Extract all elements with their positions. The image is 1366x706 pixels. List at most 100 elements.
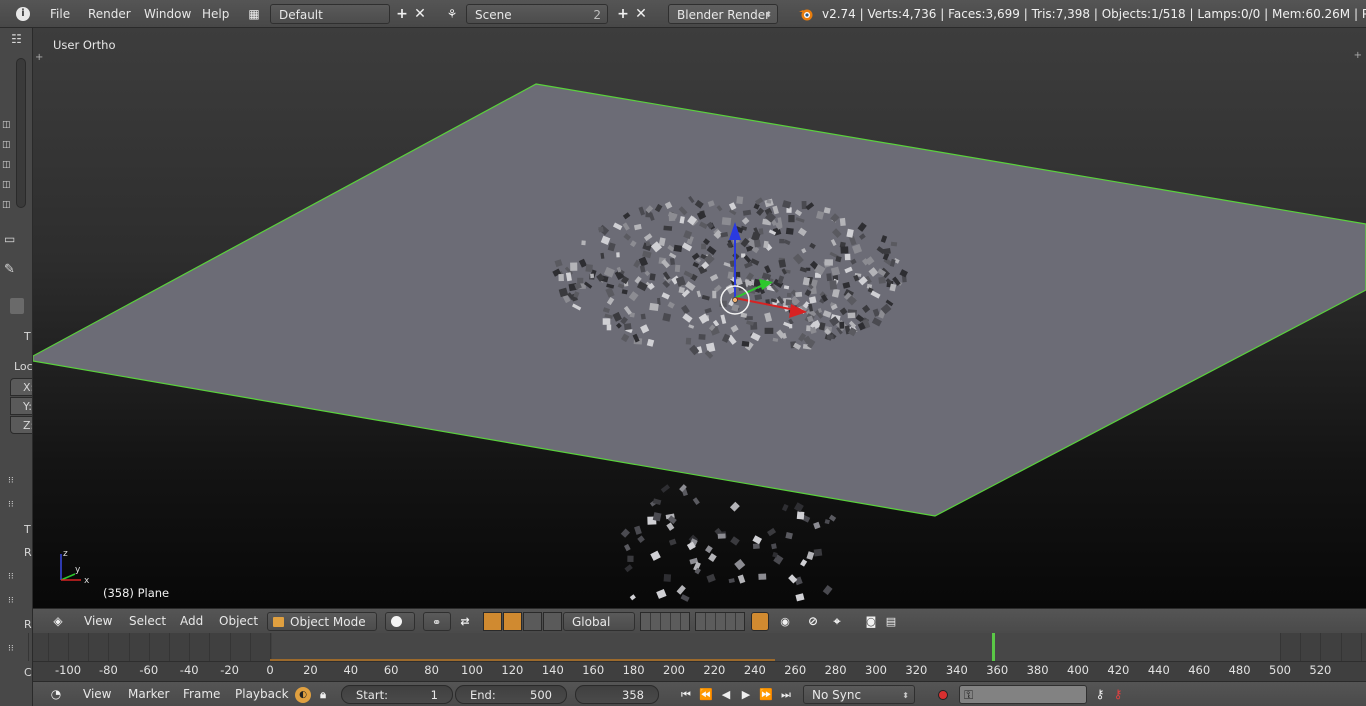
viewport-shading-select[interactable] <box>385 612 415 631</box>
particle-cloud-below <box>620 484 837 602</box>
playhead[interactable] <box>992 633 996 661</box>
jump-end-icon[interactable]: ⏭ <box>777 685 795 704</box>
menu-select[interactable]: Select <box>129 612 166 631</box>
particle <box>663 225 673 231</box>
current-frame-field[interactable]: 358 <box>575 685 659 704</box>
lock-layers-icon[interactable] <box>751 612 769 631</box>
screen-layout-icon[interactable]: ▦ <box>242 4 266 24</box>
particle <box>786 292 792 298</box>
snap-element-icon[interactable]: ⌖ <box>825 612 849 631</box>
particle-below <box>629 594 636 601</box>
menu-view-timeline[interactable]: View <box>83 685 111 704</box>
sync-mode-select[interactable]: No Sync ⬍ <box>803 685 915 704</box>
orientation-select[interactable]: Global <box>563 612 635 631</box>
particle <box>766 199 772 204</box>
jump-keyframe-forward-icon[interactable]: ⏩ <box>757 685 775 704</box>
particle <box>585 264 593 273</box>
outliner-icon[interactable]: ☷ <box>0 32 33 50</box>
particle-below <box>624 564 633 573</box>
timeline-grid-line <box>148 633 150 661</box>
menu-help[interactable]: Help <box>202 4 229 24</box>
timeline-grid-line <box>189 633 191 661</box>
menu-view[interactable]: View <box>84 612 112 631</box>
object-data-icon[interactable] <box>10 298 24 314</box>
frame-tick-label: 280 <box>824 663 847 677</box>
particle-below <box>752 543 760 549</box>
menu-add[interactable]: Add <box>180 612 203 631</box>
start-frame-field[interactable]: Start: 1 <box>341 685 453 704</box>
remove-scene-icon[interactable]: ✕ <box>633 4 649 24</box>
editor-type-timeline-icon[interactable]: ◔ <box>43 685 69 704</box>
particle <box>590 273 595 279</box>
jump-keyframe-back-icon[interactable]: ⏪ <box>697 685 715 704</box>
scale-manipulator-button[interactable] <box>523 612 542 631</box>
snap-toggle-icon[interactable]: ⊘ <box>803 612 823 631</box>
loc-z-field[interactable]: Z: <box>10 416 33 434</box>
play-icon[interactable]: ▶ <box>737 685 755 704</box>
keying-set-field[interactable]: ⚿ <box>959 685 1087 704</box>
particle <box>883 247 891 255</box>
lock-icon[interactable]: 🔒︎ <box>315 685 331 704</box>
particle <box>801 201 807 210</box>
render-still-icon[interactable]: ◙ <box>861 612 881 631</box>
particle-below <box>752 535 763 545</box>
pivot-select[interactable]: ⚭ <box>423 612 451 631</box>
layer-grid-1[interactable] <box>640 612 690 631</box>
delete-keyframe-icon[interactable]: ⚷ <box>1109 685 1127 704</box>
3d-viewport[interactable]: User Ortho + + z y x (358) Plane <box>33 28 1366 608</box>
layer-grid-2[interactable] <box>695 612 745 631</box>
menu-render[interactable]: Render <box>88 4 131 24</box>
end-frame-field[interactable]: End: 500 <box>455 685 567 704</box>
render-engine-select[interactable]: Blender Render ⬍ <box>668 4 778 24</box>
layout-field[interactable]: Default <box>270 4 390 24</box>
particle-below <box>729 501 740 512</box>
particle <box>741 340 750 347</box>
scrollbar[interactable] <box>16 58 26 208</box>
particle-below <box>793 502 804 513</box>
render-engine-value: Blender Render <box>677 8 771 22</box>
manipulator-toggle-icon[interactable]: ⇄ <box>455 612 475 631</box>
loc-x-field[interactable]: X: <box>10 378 33 396</box>
add-layout-icon[interactable]: + <box>394 4 410 24</box>
scene-field[interactable]: Scene 2 <box>466 4 608 24</box>
frame-tick-label: 180 <box>622 663 645 677</box>
translate-manipulator-button[interactable] <box>483 612 502 631</box>
jump-start-icon[interactable]: ⏮ <box>677 685 695 704</box>
timeline-grid-line <box>1280 633 1281 661</box>
menu-playback[interactable]: Playback <box>235 685 289 704</box>
frame-tick-label: 260 <box>784 663 807 677</box>
scene-icon[interactable]: ⚘ <box>440 4 464 24</box>
menu-window[interactable]: Window <box>144 4 191 24</box>
menu-file[interactable]: File <box>50 4 70 24</box>
proportional-edit-icon[interactable]: ◉ <box>775 612 795 631</box>
expand-icon-right[interactable]: + <box>1354 50 1362 61</box>
scene-canvas[interactable] <box>33 28 1366 608</box>
mode-select[interactable]: Object Mode <box>267 612 377 631</box>
add-scene-icon[interactable]: + <box>615 4 631 24</box>
particle-below <box>668 538 677 546</box>
menu-marker[interactable]: Marker <box>128 685 169 704</box>
menu-object[interactable]: Object <box>219 612 258 631</box>
timeline-grid-line <box>68 633 69 661</box>
rotate-manipulator-button[interactable] <box>503 612 522 631</box>
pin-icon[interactable]: ✎ <box>4 262 30 277</box>
editor-type-icon[interactable]: ▭ <box>4 232 26 248</box>
particle <box>795 291 803 298</box>
particle <box>558 273 564 282</box>
expand-icon-left[interactable]: + <box>35 52 43 63</box>
play-reverse-icon[interactable]: ◀ <box>717 685 735 704</box>
editor-type-3d-icon[interactable]: ◈ <box>45 612 71 631</box>
particle <box>878 276 886 284</box>
frame-tick-label: 420 <box>1107 663 1130 677</box>
info-editor-icon[interactable]: i <box>10 4 36 24</box>
remove-layout-icon[interactable]: ✕ <box>412 4 428 24</box>
frame-tick-label: 160 <box>582 663 605 677</box>
loc-y-field[interactable]: Y: <box>10 397 33 415</box>
render-animation-icon[interactable]: ▤ <box>881 612 901 631</box>
timeline-editor[interactable]: -100 -80 -60 -40 -20 0 20 40 60 80 100 120 140 160 180… <box>27 633 1366 681</box>
insert-keyframe-icon[interactable]: ⚷ <box>1091 685 1109 704</box>
transform-orientation-button[interactable] <box>543 612 562 631</box>
menu-frame[interactable]: Frame <box>183 685 220 704</box>
keying-set-icon[interactable]: ◐ <box>295 687 311 703</box>
record-icon[interactable] <box>933 685 953 704</box>
